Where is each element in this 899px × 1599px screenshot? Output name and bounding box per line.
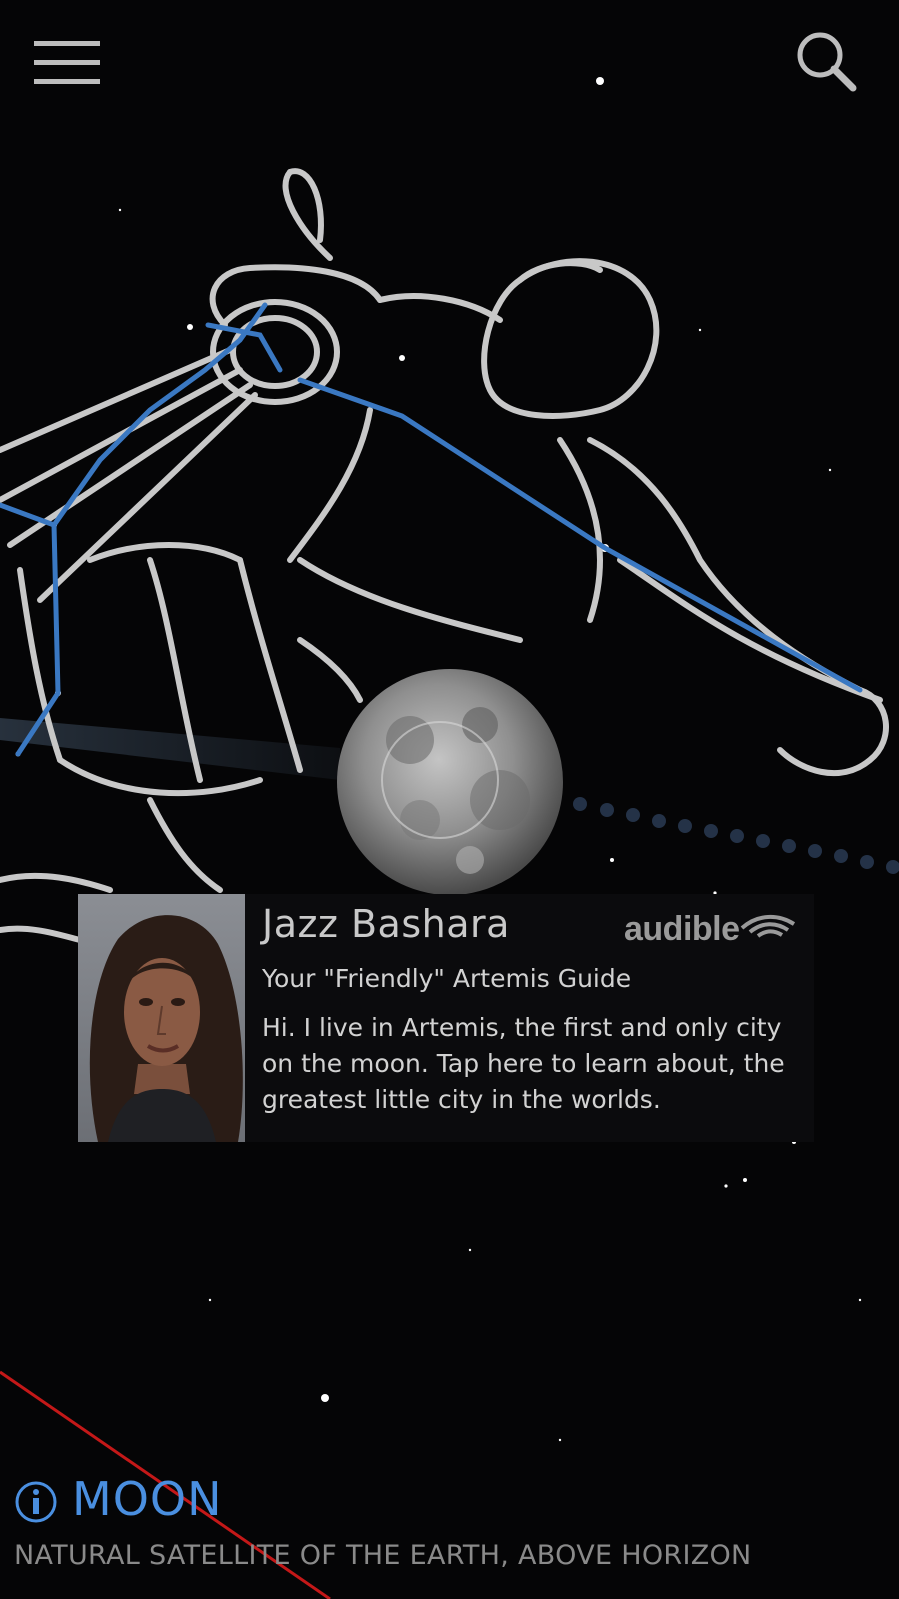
guide-card[interactable]: Jazz Bashara audible Your "Friendly" Art… (78, 894, 814, 1142)
info-icon[interactable] (14, 1480, 58, 1524)
audible-brand-text: audible (624, 910, 740, 948)
search-button[interactable] (793, 28, 859, 94)
audible-logo: audible (624, 896, 796, 954)
hamburger-menu-icon (34, 41, 100, 84)
guide-avatar (78, 894, 245, 1142)
guide-subtitle: Your "Friendly" Artemis Guide (262, 964, 632, 993)
guide-name: Jazz Bashara (262, 902, 510, 946)
selected-object-name: MOON (72, 1472, 223, 1526)
audible-waves-icon (740, 915, 796, 938)
sky-view[interactable] (0, 0, 899, 1599)
moon[interactable] (337, 669, 563, 895)
selected-object-description: NATURAL SATELLITE OF THE EARTH, ABOVE HO… (14, 1540, 752, 1571)
moon-path-dots (573, 797, 899, 874)
hamburger-menu-button[interactable] (30, 38, 104, 88)
guide-description: Hi. I live in Artemis, the first and onl… (262, 1013, 785, 1114)
search-icon (797, 32, 857, 92)
